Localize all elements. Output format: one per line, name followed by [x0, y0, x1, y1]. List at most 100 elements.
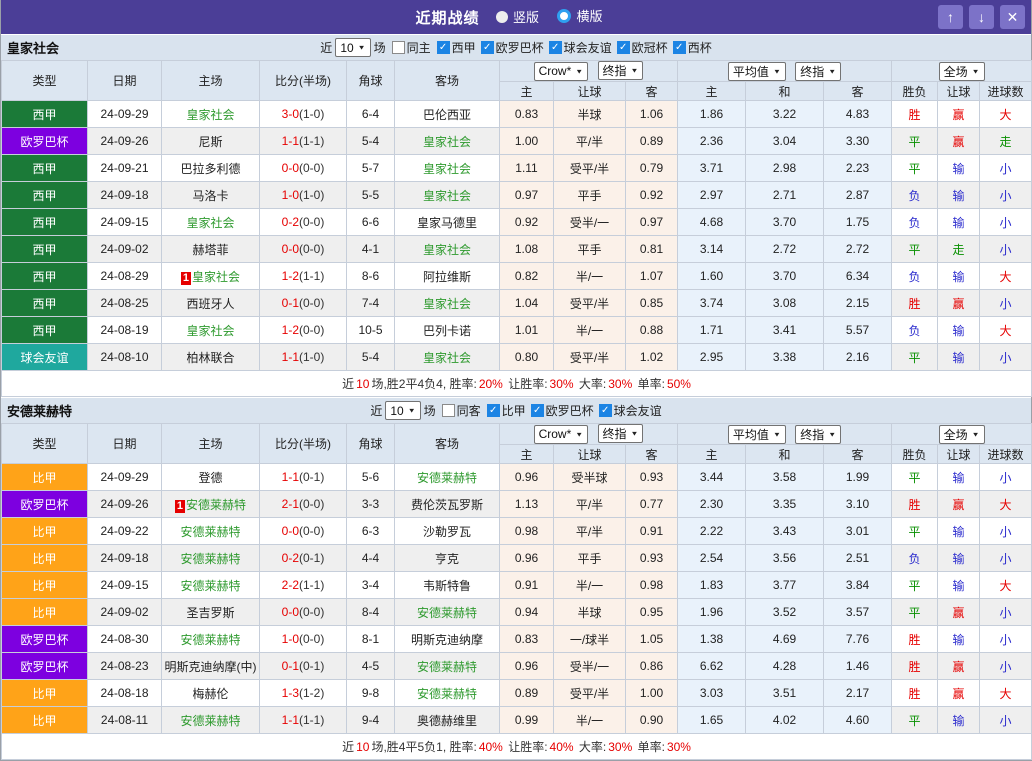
halftime-score: (0-0)	[299, 296, 324, 310]
league-type-badge: 比甲	[2, 545, 88, 572]
away-team: 安德莱赫特	[417, 687, 477, 701]
result-handicap: 赢	[938, 653, 980, 680]
close-button[interactable]: ✕	[1000, 5, 1025, 29]
vertical-layout-radio[interactable]: 竖版	[496, 7, 539, 26]
corner-count: 8-1	[347, 626, 395, 653]
avg-odds-draw: 4.69	[746, 626, 824, 653]
recent-count-value: 10	[340, 41, 353, 55]
handicap-odds-home: 1.00	[500, 128, 554, 155]
avg-odds-draw: 3.04	[746, 128, 824, 155]
handicap-odds-home: 1.13	[500, 491, 554, 518]
handicap-odds-home: 0.83	[500, 101, 554, 128]
league-checkbox[interactable]	[487, 404, 500, 417]
league-checkbox[interactable]	[531, 404, 544, 417]
league-filter-item[interactable]: 球会友谊	[599, 402, 662, 419]
league-filter-item[interactable]: 欧罗巴杯	[481, 39, 544, 56]
league-checkbox[interactable]	[617, 41, 630, 54]
result-handicap: 赢	[938, 599, 980, 626]
league-checkbox[interactable]	[673, 41, 686, 54]
same-venue-checkbox[interactable]	[392, 41, 405, 54]
col-home: 主场	[162, 61, 260, 101]
halftime-score: (1-2)	[299, 686, 324, 700]
recent-count-select[interactable]: 10 ▼	[335, 38, 370, 57]
period-select[interactable]: 全场▼	[939, 425, 985, 444]
fulltime-score: 1-1	[282, 134, 299, 148]
league-type-badge: 欧罗巴杯	[2, 626, 88, 653]
league-filter-item[interactable]: 比甲	[487, 402, 526, 419]
period-select[interactable]: 全场▼	[939, 62, 985, 81]
move-up-button[interactable]: ↑	[938, 5, 963, 29]
match-date: 24-08-23	[88, 653, 162, 680]
horizontal-layout-radio[interactable]: 横版	[557, 6, 602, 25]
handicap-odds-away: 0.79	[626, 155, 678, 182]
handicap-odds-away: 0.91	[626, 518, 678, 545]
home-team: 安德莱赫特	[180, 525, 240, 539]
league-filter-item[interactable]: 西甲	[437, 39, 476, 56]
score-cell: 0-0(0-0)	[260, 236, 347, 263]
league-checkbox[interactable]	[437, 41, 450, 54]
result-overunder: 小	[980, 290, 1032, 317]
avg-odds-draw: 3.70	[746, 263, 824, 290]
league-checkbox[interactable]	[481, 41, 494, 54]
bookmaker-select[interactable]: Crow*▼	[534, 62, 589, 81]
odds-time-select[interactable]: 终指▼	[795, 425, 841, 444]
result-handicap: 输	[938, 464, 980, 491]
same-venue-filter[interactable]: 同主	[392, 39, 431, 56]
match-date: 24-08-25	[88, 290, 162, 317]
handicap-odds-away: 0.86	[626, 653, 678, 680]
away-team: 阿拉维斯	[423, 270, 471, 284]
result-handicap: 赢	[938, 101, 980, 128]
bookmaker-select[interactable]: Crow*▼	[534, 425, 589, 444]
handicap-time-select[interactable]: 终指▼	[598, 61, 644, 80]
average-odds-select[interactable]: 平均值▼	[728, 62, 786, 81]
fulltime-score: 0-0	[282, 605, 299, 619]
same-venue-filter[interactable]: 同客	[442, 402, 481, 419]
same-venue-checkbox[interactable]	[442, 404, 455, 417]
handicap-odds-away: 0.88	[626, 317, 678, 344]
recent-prefix-label: 近	[320, 39, 332, 56]
horizontal-layout-label: 横版	[576, 6, 602, 25]
red-card-badge: 1	[181, 272, 191, 285]
handicap-odds-home: 1.11	[500, 155, 554, 182]
panel-title: 近期战绩	[416, 10, 480, 27]
league-checkbox[interactable]	[599, 404, 612, 417]
fulltime-score: 0-1	[282, 659, 299, 673]
home-team: 尼斯	[198, 135, 222, 149]
avg-odds-draw: 2.71	[746, 182, 824, 209]
league-filter-item[interactable]: 西杯	[673, 39, 712, 56]
league-checkbox[interactable]	[549, 41, 562, 54]
avg-odds-home: 2.22	[678, 518, 746, 545]
match-row: 西甲 24-09-15 皇家社会 0-2(0-0) 6-6 皇家马德里 0.92…	[2, 209, 1032, 236]
avg-odds-away: 1.99	[824, 464, 892, 491]
score-cell: 0-2(0-1)	[260, 545, 347, 572]
average-odds-select[interactable]: 平均值▼	[728, 425, 786, 444]
avg-odds-home: 2.97	[678, 182, 746, 209]
handicap-time-select[interactable]: 终指▼	[598, 424, 644, 443]
league-filter-item[interactable]: 欧冠杯	[617, 39, 668, 56]
handicap-line: 平/半	[554, 491, 626, 518]
away-team: 亨克	[435, 552, 459, 566]
avg-odds-draw: 2.72	[746, 236, 824, 263]
league-label: 球会友谊	[564, 39, 612, 56]
radio-icon[interactable]	[496, 11, 508, 23]
match-date: 24-08-18	[88, 680, 162, 707]
result-overunder: 小	[980, 707, 1032, 734]
avg-odds-away: 3.01	[824, 518, 892, 545]
result-wdl: 负	[892, 182, 938, 209]
avg-odds-draw: 3.41	[746, 317, 824, 344]
handicap-odds-home: 0.96	[500, 653, 554, 680]
recent-count-select[interactable]: 10 ▼	[385, 401, 420, 420]
league-filter-item[interactable]: 欧罗巴杯	[531, 402, 594, 419]
league-filter-item[interactable]: 球会友谊	[549, 39, 612, 56]
handicap-odds-home: 1.04	[500, 290, 554, 317]
match-date: 24-09-22	[88, 518, 162, 545]
move-down-button[interactable]: ↓	[969, 5, 994, 29]
handicap-line: 半/一	[554, 707, 626, 734]
away-team-cell: 皇家马德里	[395, 209, 500, 236]
league-type-badge: 比甲	[2, 599, 88, 626]
score-cell: 2-2(1-1)	[260, 572, 347, 599]
match-row: 西甲 24-09-18 马洛卡 1-0(1-0) 5-5 皇家社会 0.97 平…	[2, 182, 1032, 209]
halftime-score: (1-0)	[299, 188, 324, 202]
radio-icon[interactable]	[557, 9, 571, 23]
odds-time-select[interactable]: 终指▼	[795, 62, 841, 81]
